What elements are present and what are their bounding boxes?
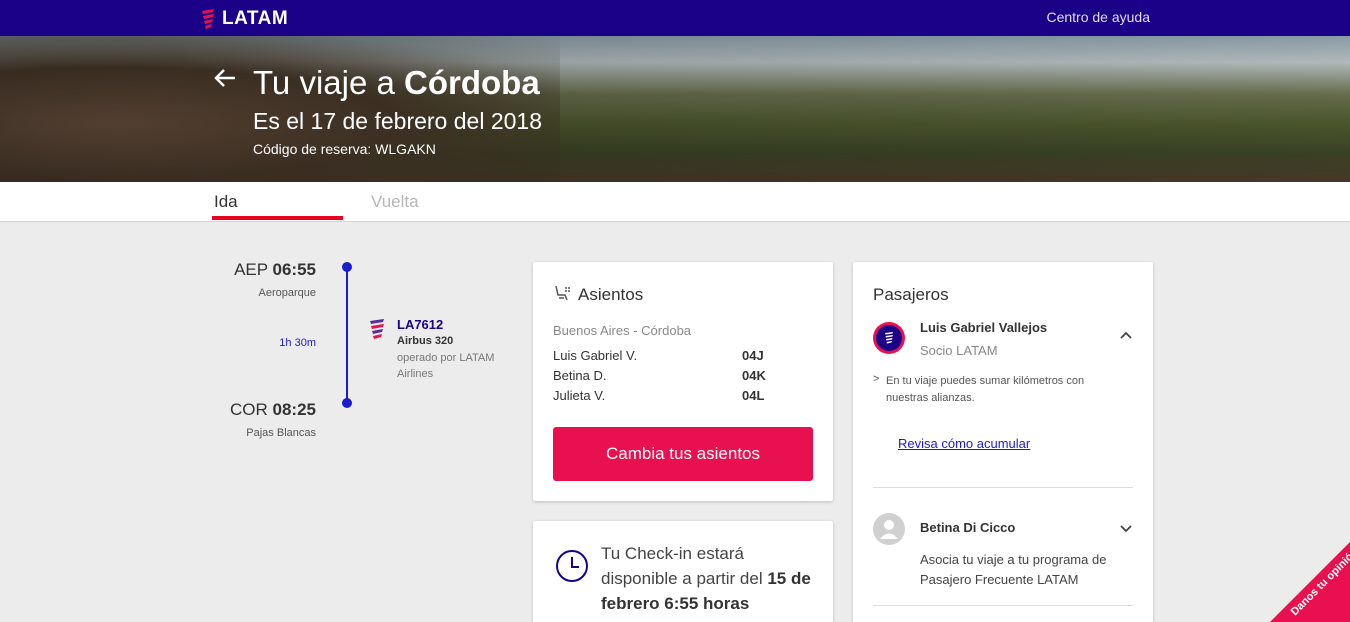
divider [873,487,1133,488]
seat-passenger-name: Luis Gabriel V. [553,348,638,363]
arrival-airport: Pajas Blancas [246,427,316,439]
departure-time: AEP 06:55 [234,260,316,279]
arrival-time: COR 08:25 [230,400,316,419]
hero-banner [0,36,1350,182]
seat-number: 04J [742,348,764,363]
help-center-link[interactable]: Centro de ayuda [1046,9,1150,25]
seats-title: Asientos [578,285,644,304]
aircraft-model: Airbus 320 [397,335,454,347]
divider [873,605,1133,606]
tab-ida[interactable]: Ida [214,192,238,212]
passenger-name: Betina Di Cicco [920,520,1016,535]
seat-icon [555,285,570,301]
destination-city: Córdoba [404,64,540,101]
seat-passenger-name: Betina D. [553,368,607,383]
seat-row: Luis Gabriel V. 04J [553,348,793,363]
passengers-card: Pasajeros Luis Gabriel Vallejos Socio LA… [853,262,1153,622]
departure-dot [342,262,352,272]
seat-number: 04K [742,368,766,383]
clock-icon [556,550,588,582]
passenger-name: Luis Gabriel Vallejos [920,320,1048,335]
accumulate-link[interactable]: Revisa cómo acumular [898,436,1030,451]
seat-passenger-name: Julieta V. [553,388,606,403]
user-icon [880,520,898,539]
seat-row: Julieta V. 04L [553,388,793,403]
top-bar: LATAM Centro de ayuda [0,0,1350,36]
latam-logo-icon [202,9,214,29]
back-arrow-icon[interactable] [214,68,238,90]
flight-number: LA7612 [397,317,444,332]
seats-card: Asientos Buenos Aires - Córdoba Luis Gab… [533,262,833,501]
seat-number: 04L [742,388,765,403]
checkin-card: Tu Check-in estará disponible a partir d… [533,521,833,622]
seat-row: Betina D. 04K [553,368,793,383]
booking-code: Código de reserva: WLGAKN [253,141,436,157]
arrival-dot [342,398,352,408]
tab-vuelta[interactable]: Vuelta [371,192,419,212]
airline-logo-icon [370,319,384,339]
departure-airport: Aeroparque [258,287,317,299]
note-bullet: > [873,373,880,385]
passengers-title: Pasajeros [873,285,949,304]
seats-route: Buenos Aires - Córdoba [553,323,692,338]
trip-date: Es el 17 de febrero del 2018 [253,108,542,134]
flight-duration: 1h 30m [279,337,316,349]
timeline-line [346,267,348,403]
passenger-tier: Socio LATAM [920,343,998,358]
trip-tabs: Ida Vuelta [0,182,1350,222]
checkin-availability: Tu Check-in estará disponible a partir d… [601,544,811,613]
passenger-note: En tu viaje puedes sumar kilómetros con … [886,375,1085,404]
member-avatar [873,322,905,354]
chevron-up-icon[interactable] [1119,330,1133,340]
trip-title: Tu viaje a Córdoba [253,64,540,101]
frequent-flyer-prompt: Asocia tu viaje a tu programa de Pasajer… [920,552,1107,587]
change-seats-button[interactable]: Cambia tus asientos [553,427,813,481]
latam-logo[interactable]: LATAM [200,7,288,31]
active-tab-indicator [212,216,343,220]
brand-name: LATAM [222,8,289,29]
chevron-down-icon[interactable] [1119,524,1133,534]
passenger-avatar [873,513,905,545]
operated-by: operado por LATAM Airlines [397,352,495,380]
feedback-tab[interactable]: Danos tu opinión [1270,542,1350,622]
